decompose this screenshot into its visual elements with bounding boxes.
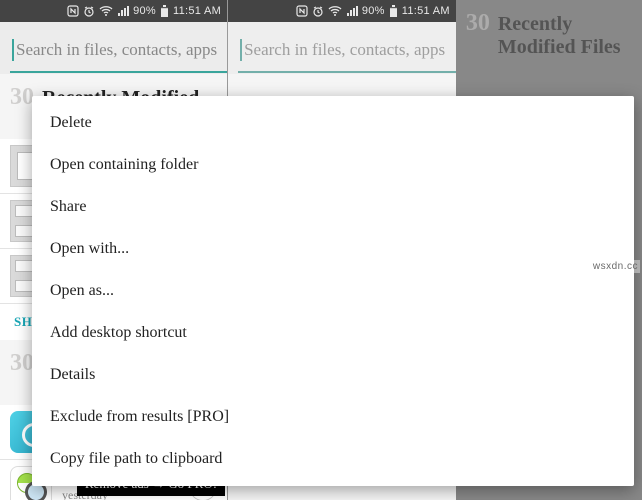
menu-open-containing-folder[interactable]: Open containing folder: [32, 144, 634, 186]
text-cursor: [240, 39, 242, 61]
wifi-icon: [99, 5, 113, 17]
menu-delete[interactable]: Delete: [32, 102, 634, 144]
search-bar: [0, 22, 227, 74]
search-bar: [228, 22, 456, 74]
menu-open-as[interactable]: Open as...: [32, 270, 634, 312]
status-bar: 90% 11:51 AM: [228, 0, 456, 22]
search-field[interactable]: [10, 30, 228, 73]
wifi-icon: [328, 5, 342, 17]
battery-percent: 90%: [362, 5, 385, 17]
battery-icon: [160, 5, 169, 18]
menu-copy-path[interactable]: Copy file path to clipboard: [32, 438, 634, 480]
menu-details[interactable]: Details: [32, 354, 634, 396]
watermark: wsxdn.cc: [591, 260, 640, 273]
recent-files-count: 30: [10, 84, 34, 111]
battery-icon: [389, 5, 398, 18]
recent-files-title: Recently Modified Files: [498, 13, 632, 59]
menu-share[interactable]: Share: [32, 186, 634, 228]
search-field[interactable]: [238, 30, 456, 73]
alarm-icon: [312, 5, 324, 17]
clock-time: 11:51 AM: [173, 5, 221, 17]
menu-open-with[interactable]: Open with...: [32, 228, 634, 270]
menu-exclude-pro[interactable]: Exclude from results [PRO]: [32, 396, 634, 438]
signal-icon: [117, 5, 129, 17]
nfc-icon: [67, 5, 79, 17]
clock-time: 11:51 AM: [402, 5, 450, 17]
signal-icon: [346, 5, 358, 17]
recent-apps-count: 30: [10, 350, 34, 377]
search-input[interactable]: [16, 40, 225, 60]
text-cursor: [12, 39, 14, 61]
alarm-icon: [83, 5, 95, 17]
recent-files-count: 30: [466, 10, 490, 37]
status-bar: 90% 11:51 AM: [0, 0, 227, 22]
nfc-icon: [296, 5, 308, 17]
search-input[interactable]: [244, 40, 453, 60]
menu-add-shortcut[interactable]: Add desktop shortcut: [32, 312, 634, 354]
battery-percent: 90%: [133, 5, 156, 17]
context-menu: Delete Open containing folder Share Open…: [32, 96, 634, 486]
